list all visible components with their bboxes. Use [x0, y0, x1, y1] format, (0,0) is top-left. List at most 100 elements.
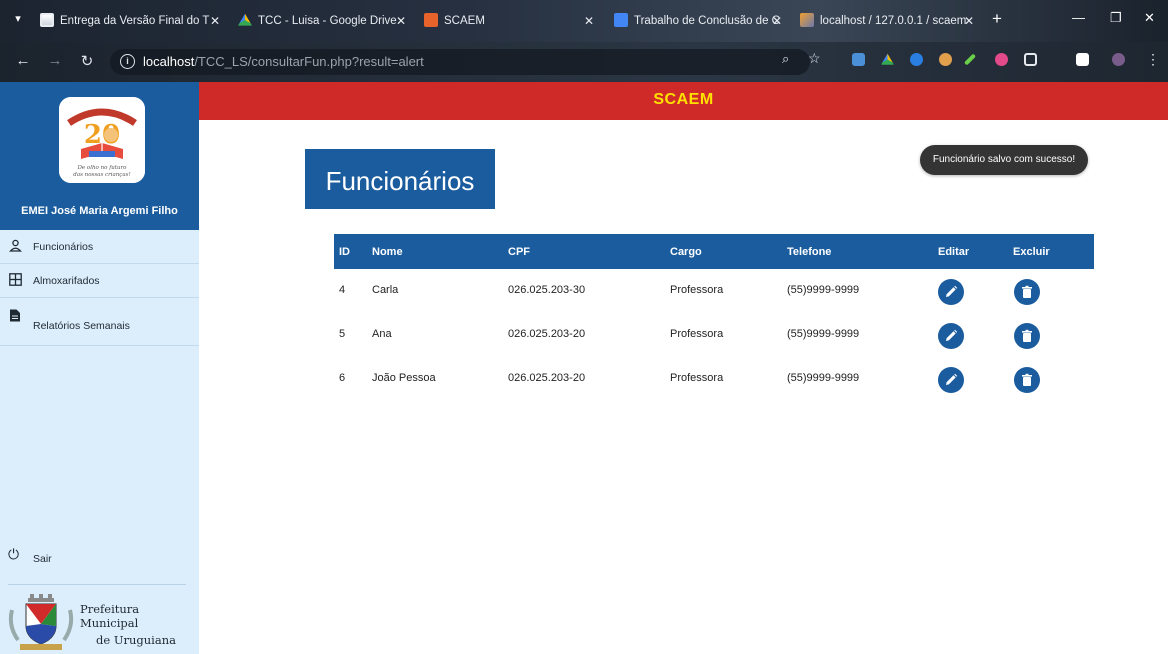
- grid-icon: [8, 273, 22, 287]
- close-window-icon[interactable]: ✕: [1144, 10, 1155, 26]
- address-bar[interactable]: i localhost/TCC_LS/consultarFun.php?resu…: [110, 49, 810, 75]
- extensions-puzzle-icon[interactable]: [1024, 53, 1037, 66]
- sidebar-divider: [8, 584, 186, 585]
- back-icon[interactable]: ←: [14, 52, 32, 69]
- svg-text:De olho no futuro: De olho no futuro: [77, 165, 128, 171]
- side-panel-icon[interactable]: [1076, 53, 1089, 66]
- table-header: ID Nome CPF Cargo Telefone Editar Exclui…: [334, 234, 1094, 269]
- svg-text:das nossas crianças!: das nossas crianças!: [73, 172, 130, 178]
- minimize-icon[interactable]: —: [1072, 10, 1085, 25]
- forward-icon[interactable]: →: [46, 52, 64, 69]
- table-row: 4 Carla 026.025.203-30 Professora (55)99…: [334, 269, 1094, 313]
- scaem-favicon: [424, 13, 438, 27]
- cell-id: 6: [339, 372, 346, 384]
- cell-id: 5: [339, 328, 346, 340]
- pencil-icon: [946, 329, 958, 341]
- tab-label: localhost / 127.0.0.1 / scaem: [820, 15, 967, 27]
- table-row: 5 Ana 026.025.203-20 Professora (55)9999…: [334, 313, 1094, 357]
- browser-tab-docs[interactable]: Trabalho de Conclusão de C ✕: [614, 8, 784, 34]
- extension-icon[interactable]: [939, 53, 952, 66]
- close-tab-icon[interactable]: ✕: [962, 8, 976, 34]
- extension-icon[interactable]: [995, 53, 1008, 66]
- pencil-icon: [946, 373, 958, 385]
- app-brand: SCAEM: [653, 91, 714, 108]
- sidebar-item-label: Almoxarifados: [33, 275, 100, 287]
- cell-cpf: 026.025.203-20: [508, 372, 586, 384]
- prefeitura-name-line1: Prefeitura Municipal: [80, 602, 140, 630]
- browser-tab-classroom[interactable]: Entrega da Versão Final do T ✕: [40, 8, 222, 34]
- prefeitura-footer: Prefeitura Municipal de Uruguiana: [0, 590, 199, 654]
- sidebar-item-relatorios-semanais[interactable]: Relatórios Semanais: [0, 298, 199, 346]
- sidebar-header: 20 De olho no futuro das nossas crianças…: [0, 82, 199, 230]
- browser-tab-scaem[interactable]: SCAEM ✕: [424, 8, 596, 34]
- restore-icon[interactable]: ❐: [1110, 10, 1122, 26]
- column-header-cpf: CPF: [508, 246, 530, 258]
- google-drive-icon: [238, 13, 252, 26]
- cell-nome: Carla: [372, 284, 399, 296]
- tab-label: Trabalho de Conclusão de C: [634, 15, 780, 27]
- cell-cpf: 026.025.203-20: [508, 328, 586, 340]
- browser-tab-strip: ▾ Entrega da Versão Final do T ✕ TCC - L…: [0, 0, 1168, 42]
- url-text: localhost/TCC_LS/consultarFun.php?result…: [143, 54, 424, 69]
- power-icon: ⏻: [8, 546, 20, 562]
- tab-label: Entrega da Versão Final do T: [60, 15, 210, 27]
- page-title: Funcionários: [325, 166, 475, 196]
- close-tab-icon[interactable]: ✕: [770, 8, 784, 34]
- document-icon: [8, 309, 22, 323]
- edit-button[interactable]: [938, 367, 964, 393]
- browser-toolbar: ← → ↻ i localhost/TCC_LS/consultarFun.ph…: [0, 42, 1168, 82]
- column-header-editar: Editar: [938, 246, 970, 258]
- sidebar-item-label: Relatórios Semanais: [33, 320, 130, 332]
- reload-icon[interactable]: ↻: [78, 52, 96, 70]
- delete-button[interactable]: [1014, 323, 1040, 349]
- cell-cargo: Professora: [670, 328, 724, 340]
- cell-cpf: 026.025.203-30: [508, 284, 586, 296]
- tab-label: SCAEM: [444, 15, 485, 27]
- phpmyadmin-icon: [800, 13, 814, 27]
- delete-button[interactable]: [1014, 279, 1040, 305]
- table-row: 6 João Pessoa 026.025.203-20 Professora …: [334, 357, 1094, 401]
- cell-telefone: (55)9999-9999: [787, 328, 860, 340]
- delete-button[interactable]: [1014, 367, 1040, 393]
- sidebar-item-funcionarios[interactable]: Funcionários: [0, 230, 199, 264]
- profile-avatar[interactable]: [1112, 53, 1125, 66]
- cell-cargo: Professora: [670, 284, 724, 296]
- extension-icon[interactable]: [852, 53, 865, 66]
- close-tab-icon[interactable]: ✕: [394, 8, 408, 34]
- cell-telefone: (55)9999-9999: [787, 372, 860, 384]
- cell-id: 4: [339, 284, 346, 296]
- success-toast: Funcionário salvo com sucesso!: [920, 145, 1088, 175]
- sidebar-item-almoxarifados[interactable]: Almoxarifados: [0, 264, 199, 298]
- column-header-id: ID: [339, 246, 350, 258]
- new-tab-icon[interactable]: +: [992, 9, 1002, 29]
- tab-search-icon[interactable]: ▾: [10, 11, 26, 27]
- column-header-excluir: Excluir: [1013, 246, 1050, 258]
- browser-tab-phpmyadmin[interactable]: localhost / 127.0.0.1 / scaem ✕: [800, 8, 976, 34]
- trash-icon: [1022, 285, 1032, 298]
- cell-nome: João Pessoa: [372, 372, 436, 384]
- edit-button[interactable]: [938, 323, 964, 349]
- classroom-icon: [40, 13, 54, 27]
- app-header-bar: SCAEM: [199, 82, 1168, 120]
- site-info-icon[interactable]: i: [120, 54, 135, 69]
- extension-icon[interactable]: [910, 53, 923, 66]
- employees-table: ID Nome CPF Cargo Telefone Editar Exclui…: [334, 234, 1094, 401]
- pencil-icon: [946, 285, 958, 297]
- close-tab-icon[interactable]: ✕: [208, 8, 222, 34]
- logout-button[interactable]: ⏻ Sair: [0, 544, 199, 584]
- user-icon: [8, 239, 22, 253]
- bookmark-star-icon[interactable]: ☆: [808, 50, 821, 67]
- close-tab-icon[interactable]: ✕: [582, 8, 596, 34]
- edit-button[interactable]: [938, 279, 964, 305]
- browser-tab-drive[interactable]: TCC - Luisa - Google Drive ✕: [238, 8, 408, 34]
- trash-icon: [1022, 373, 1032, 386]
- more-menu-icon[interactable]: ⋮: [1146, 52, 1160, 66]
- cell-telefone: (55)9999-9999: [787, 284, 860, 296]
- sidebar-item-label: Funcionários: [33, 241, 94, 253]
- cell-cargo: Professora: [670, 372, 724, 384]
- zoom-icon[interactable]: ⌕: [782, 51, 789, 67]
- column-header-nome: Nome: [372, 246, 403, 258]
- city-crest-logo: [6, 592, 76, 652]
- sidebar: 20 De olho no futuro das nossas crianças…: [0, 82, 199, 654]
- trash-icon: [1022, 329, 1032, 342]
